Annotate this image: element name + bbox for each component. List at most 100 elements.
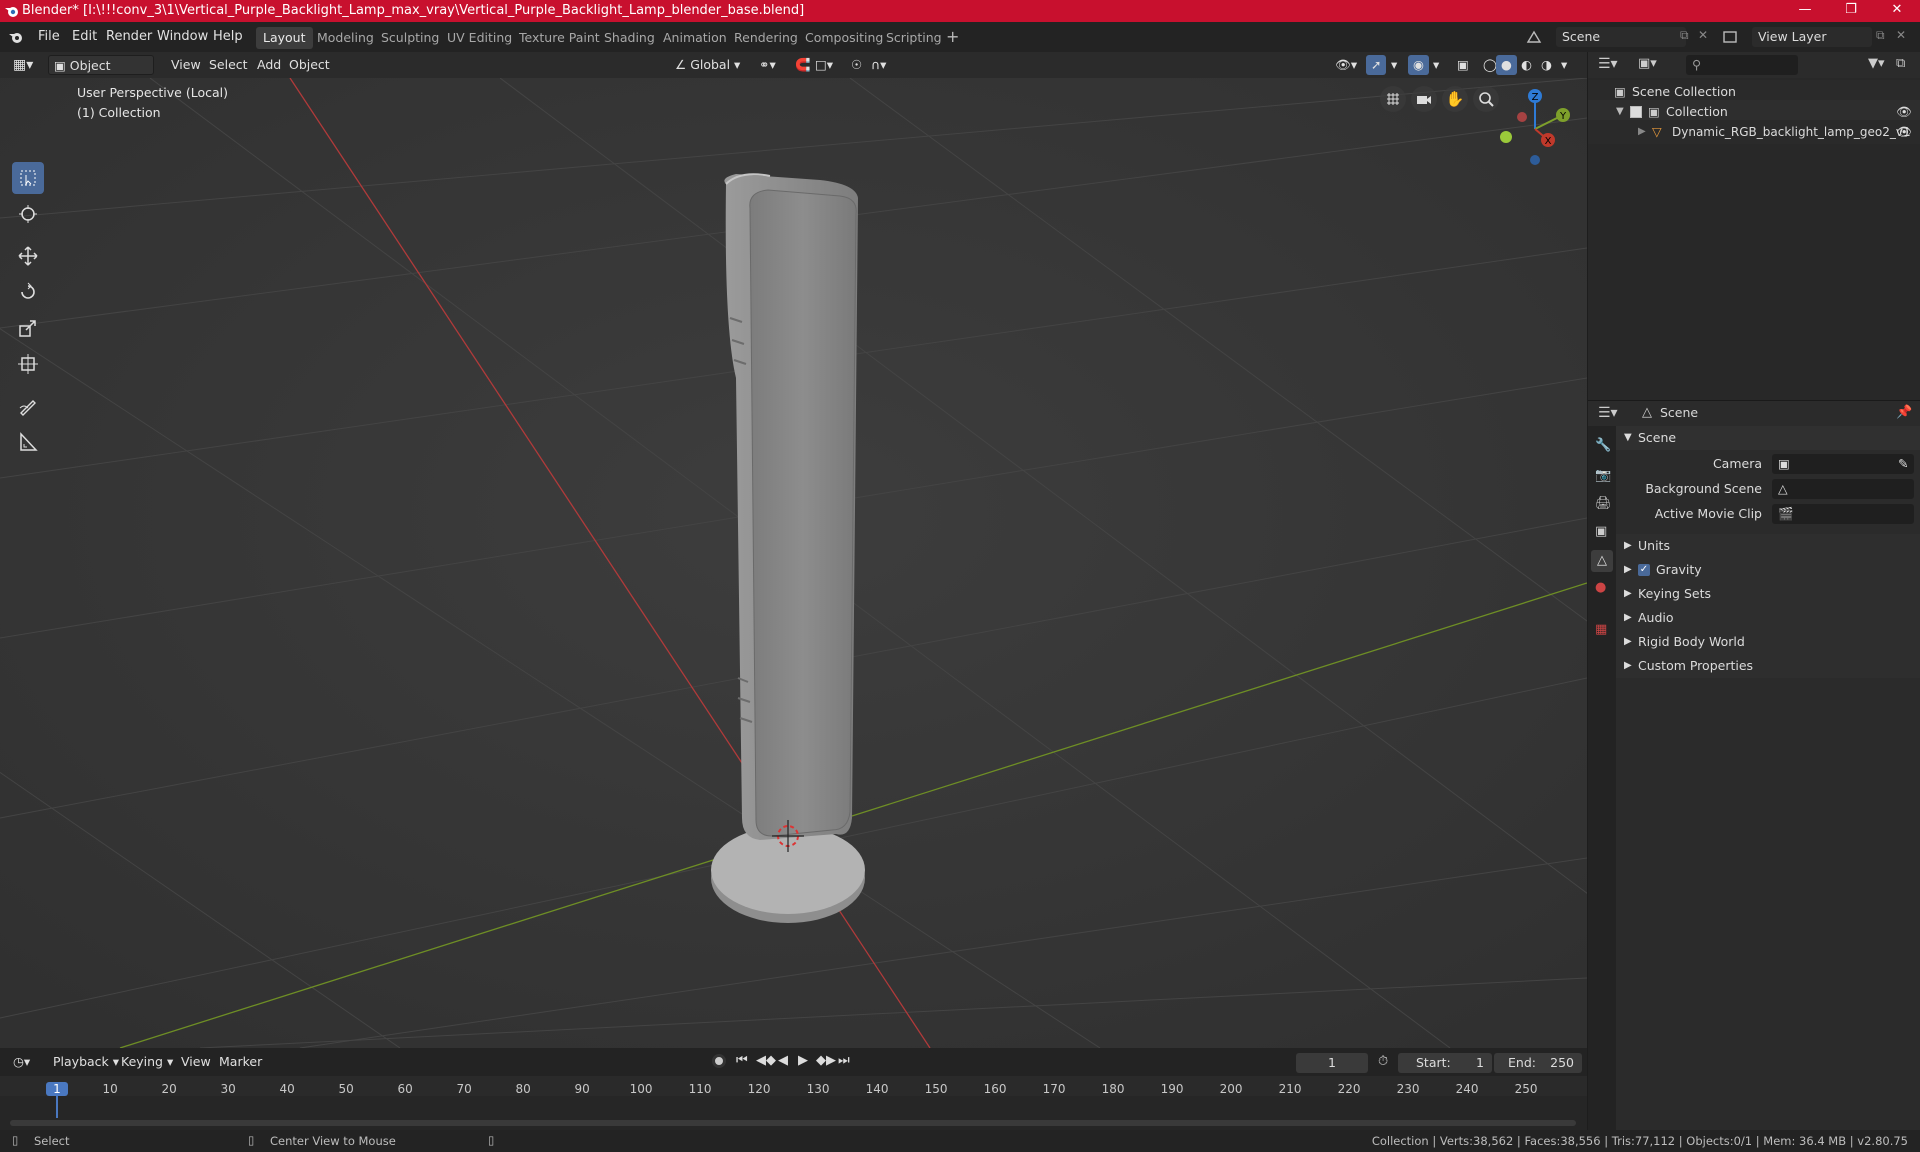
outliner-editor-type-icon[interactable]: ☰▾	[1598, 56, 1618, 72]
solid-shading-icon[interactable]: ●	[1496, 55, 1517, 75]
camera-field[interactable]: ▣ ✎	[1772, 454, 1914, 474]
close-button[interactable]: ✕	[1874, 0, 1920, 22]
minimize-button[interactable]: —	[1782, 0, 1828, 22]
texture-tab-icon[interactable]: ▦	[1595, 622, 1607, 637]
rendered-shading-icon[interactable]: ◑	[1536, 55, 1557, 75]
menu-playback[interactable]: Playback ▾	[48, 1052, 124, 1072]
tab-uv-editing[interactable]: UV Editing	[440, 27, 519, 49]
scale-tool-icon[interactable]	[12, 312, 44, 344]
gizmo-dropdown-icon[interactable]: ▾	[1386, 55, 1402, 75]
camera-view-icon[interactable]	[1411, 86, 1437, 112]
tab-layout[interactable]: Layout	[256, 27, 313, 49]
properties-editor-type-icon[interactable]: ☰▾	[1598, 405, 1618, 421]
annotate-tool-icon[interactable]	[12, 390, 44, 422]
shading-dropdown-icon[interactable]: ▾	[1556, 55, 1572, 75]
delete-scene-icon[interactable]: ✕	[1698, 28, 1708, 42]
gravity-checkbox[interactable]: ✓	[1638, 564, 1650, 576]
active-movie-clip-field[interactable]: 🎬	[1772, 504, 1914, 524]
outliner-search-input[interactable]: ⚲	[1686, 55, 1798, 75]
menu-object[interactable]: Object	[284, 55, 335, 75]
new-collection-icon[interactable]: ⧉	[1896, 56, 1905, 71]
menu-add[interactable]: Add	[252, 55, 286, 75]
add-workspace-icon[interactable]: +	[946, 27, 959, 46]
measure-tool-icon[interactable]	[12, 426, 44, 458]
collection-checkbox[interactable]	[1630, 106, 1642, 118]
units-panel-header[interactable]: ▶ Units	[1616, 534, 1920, 558]
jump-end-icon[interactable]: ⏭	[838, 1053, 850, 1068]
pivot-icon[interactable]: ⚭▾	[754, 55, 781, 75]
new-view-layer-icon[interactable]: ⧉	[1876, 28, 1885, 43]
object-visibility-icon[interactable]: 👁	[1896, 120, 1912, 144]
xray-icon[interactable]: ▣	[1452, 55, 1474, 75]
background-scene-field[interactable]: △	[1772, 479, 1914, 499]
stopwatch-icon[interactable]: ⏱	[1378, 1054, 1388, 1069]
new-scene-icon[interactable]: ⧉	[1680, 28, 1689, 43]
current-frame-field[interactable]: 1	[1296, 1053, 1368, 1073]
editor-type-icon[interactable]: ▦▾	[8, 55, 38, 75]
start-frame-field[interactable]: Start: 1	[1398, 1053, 1492, 1073]
view-layer-icon[interactable]	[1722, 30, 1738, 44]
filter-icon[interactable]: ▼▾	[1868, 56, 1885, 71]
proportional-edit-icon[interactable]: ☉	[846, 55, 867, 75]
transform-orientation-dropdown[interactable]: ∠ Global ▾	[670, 55, 748, 75]
scene-field[interactable]: Scene	[1556, 27, 1686, 47]
tab-modeling[interactable]: Modeling	[310, 27, 381, 49]
rotate-tool-icon[interactable]	[12, 276, 44, 308]
tab-texture-paint[interactable]: Texture Paint	[512, 27, 607, 49]
tool-tab-icon[interactable]: 🔧	[1595, 438, 1611, 453]
overlays-dropdown-icon[interactable]: ▾	[1428, 55, 1444, 75]
expand-object-icon[interactable]: ▶	[1638, 120, 1646, 144]
toggle-grid-icon[interactable]	[1380, 86, 1406, 112]
menu-window[interactable]: Window	[151, 27, 214, 47]
snap-target-icon[interactable]: □▾	[810, 55, 838, 75]
falloff-icon[interactable]: ∩▾	[866, 55, 891, 75]
display-mode-icon[interactable]: ▣▾	[1638, 56, 1657, 71]
3d-viewport[interactable]: User Perspective (Local) (1) Collection …	[0, 78, 1587, 1048]
next-keyframe-icon[interactable]: ◆▶	[816, 1053, 836, 1068]
menu-timeline-view[interactable]: View	[176, 1052, 216, 1072]
menu-file[interactable]: File	[32, 27, 66, 47]
menu-render[interactable]: Render	[100, 27, 158, 47]
gravity-panel-header[interactable]: ▶ ✓ Gravity	[1616, 558, 1920, 582]
timeline-editor-type-icon[interactable]: ◷▾	[8, 1052, 35, 1072]
menu-help[interactable]: Help	[207, 27, 249, 47]
outliner-row-object[interactable]: ▶ ▽ Dynamic_RGB_backlight_lamp_geo2_v1 👁	[1588, 120, 1920, 144]
record-button[interactable]	[712, 1054, 726, 1068]
view-layer-tab-icon[interactable]: ▣	[1595, 524, 1607, 539]
keying-sets-panel-header[interactable]: ▶ Keying Sets	[1616, 582, 1920, 606]
pin-icon[interactable]: 📌	[1896, 405, 1912, 420]
cursor-tool-icon[interactable]	[12, 198, 44, 230]
tab-sculpting[interactable]: Sculpting	[374, 27, 446, 49]
prev-keyframe-icon[interactable]: ◀◆	[756, 1053, 776, 1068]
audio-panel-header[interactable]: ▶ Audio	[1616, 606, 1920, 630]
menu-marker[interactable]: Marker	[214, 1052, 267, 1072]
play-reverse-icon[interactable]: ◀	[778, 1053, 788, 1068]
tab-rendering[interactable]: Rendering	[727, 27, 805, 49]
menu-edit[interactable]: Edit	[66, 27, 103, 47]
pan-view-icon[interactable]: ✋	[1442, 86, 1468, 112]
scene-selector-icon[interactable]	[1526, 30, 1542, 44]
visibility-icon[interactable]: 👁▾	[1330, 55, 1362, 75]
gizmo-toggle-icon[interactable]: ➚	[1366, 55, 1387, 75]
menu-keying[interactable]: Keying ▾	[116, 1052, 178, 1072]
scene-panel-header[interactable]: ▼ Scene	[1616, 426, 1920, 450]
play-icon[interactable]: ▶	[798, 1053, 808, 1068]
custom-properties-panel-header[interactable]: ▶ Custom Properties	[1616, 654, 1920, 678]
world-tab-icon[interactable]: ●	[1595, 580, 1606, 595]
mode-dropdown[interactable]: ▣ Object Mode ▾	[48, 55, 154, 93]
transform-tool-icon[interactable]	[12, 348, 44, 380]
overlays-toggle-icon[interactable]: ◉	[1408, 55, 1429, 75]
move-tool-icon[interactable]	[12, 240, 44, 272]
menu-view[interactable]: View	[166, 55, 206, 75]
menu-select[interactable]: Select	[204, 55, 253, 75]
select-box-tool-icon[interactable]	[12, 162, 44, 194]
blender-menu-icon[interactable]	[8, 29, 24, 45]
eyedropper-icon[interactable]: ✎	[1898, 454, 1908, 474]
navigation-gizmo[interactable]: Z Y X	[1490, 84, 1580, 174]
jump-start-icon[interactable]: ⏮	[736, 1053, 748, 1068]
render-tab-icon[interactable]: 📷	[1595, 468, 1611, 483]
end-frame-field[interactable]: End: 250	[1494, 1053, 1582, 1073]
timeline-scrollbar[interactable]	[10, 1120, 1576, 1126]
scene-tab-icon[interactable]: △	[1591, 550, 1613, 572]
tab-scripting[interactable]: Scripting	[879, 27, 949, 49]
